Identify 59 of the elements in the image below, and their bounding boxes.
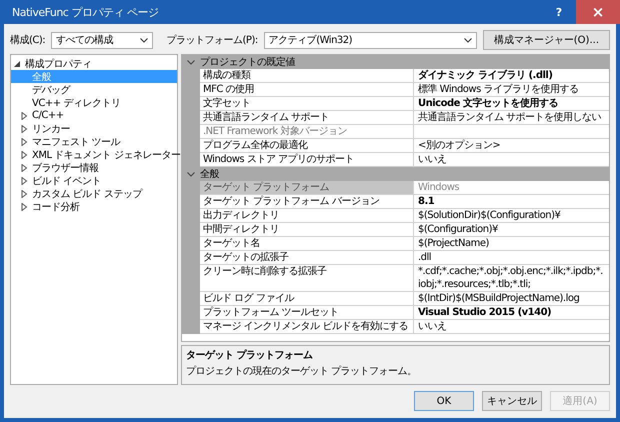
tree-item[interactable]: コード分析: [11, 200, 177, 213]
dialog-button[interactable]: キャンセル: [482, 391, 542, 411]
property-name[interactable]: ターゲット プラットフォーム バージョン: [200, 195, 414, 209]
section-header[interactable]: プロジェクトの既定値: [182, 55, 609, 69]
property-name[interactable]: 共通言語ランタイム サポート: [200, 111, 414, 125]
description-title: ターゲット プラットフォーム: [186, 348, 314, 362]
property-value[interactable]: Unicode 文字セットを使用する: [414, 97, 609, 111]
property-value[interactable]: $(SolutionDir)$(Configuration)¥: [414, 209, 609, 223]
chevron-icon: [187, 60, 195, 64]
chevron-icon: [464, 38, 472, 42]
property-value[interactable]: いいえ: [414, 320, 609, 334]
property-name[interactable]: プラットフォーム ツールセット: [200, 306, 414, 320]
tree-item[interactable]: リンカー: [11, 122, 177, 135]
property-name[interactable]: ビルド ログ ファイル: [200, 292, 414, 306]
property-name[interactable]: マネージ インクリメンタル ビルドを有効にする: [200, 320, 414, 334]
property-name[interactable]: プログラム全体の最適化: [200, 139, 414, 153]
property-value[interactable]: $(Configuration)¥: [414, 223, 609, 237]
help-button[interactable]: ?: [542, 0, 576, 24]
tree-item[interactable]: C/C++: [11, 109, 177, 122]
tree-item[interactable]: マニフェスト ツール: [11, 135, 177, 148]
property-value[interactable]: *.cdf;*.cache;*.obj;*.obj.enc;*.ilk;*.ipdb;*.iobj;*.resources;*.tlb;*.tli;: [414, 265, 609, 292]
platform-dropdown[interactable]: アクティブ(Win32): [264, 32, 477, 48]
configuration-manager-button[interactable]: 構成マネージャー(O)...: [482, 30, 610, 50]
window-title: NativeFunc プロパティ ページ: [11, 4, 160, 20]
property-name[interactable]: ターゲットの拡張子: [200, 251, 414, 265]
property-value[interactable]: いいえ: [414, 153, 609, 167]
expander-icon[interactable]: [13, 60, 21, 68]
property-value[interactable]: $(IntDir)$(MSBuildProjectName).log: [414, 292, 609, 306]
close-button[interactable]: ×: [576, 0, 620, 24]
property-name[interactable]: Windows ストア アプリのサポート: [200, 153, 414, 167]
property-name[interactable]: 出力ディレクトリ: [200, 209, 414, 223]
configuration-label: 構成(C):: [10, 34, 46, 47]
property-value[interactable]: 標準 Windows ライブラリを使用する: [414, 83, 609, 97]
property-value[interactable]: $(ProjectName): [414, 237, 609, 251]
chevron-icon: [140, 38, 148, 42]
property-value[interactable]: .dll: [414, 251, 609, 265]
property-name[interactable]: 構成の種類: [200, 69, 414, 83]
platform-label: プラットフォーム(P):: [166, 34, 258, 47]
property-value[interactable]: 共通言語ランタイム サポートを使用しない: [414, 111, 609, 125]
description-text: プロジェクトの現在のターゲット プラットフォーム。: [186, 364, 418, 378]
section-header[interactable]: 全般: [182, 167, 609, 181]
property-value[interactable]: ダイナミック ライブラリ (.dll): [414, 69, 609, 83]
property-value[interactable]: 8.1: [414, 195, 609, 209]
tree-item[interactable]: ビルド イベント: [11, 174, 177, 187]
property-value[interactable]: <別のオプション>: [414, 139, 609, 153]
chevron-icon: [187, 172, 195, 176]
property-name[interactable]: ターゲット名: [200, 237, 414, 251]
configuration-dropdown[interactable]: すべての構成: [51, 32, 153, 48]
property-name[interactable]: 中間ディレクトリ: [200, 223, 414, 237]
tree-item[interactable]: デバッグ: [11, 83, 177, 96]
tree-item[interactable]: ブラウザー情報: [11, 161, 177, 174]
property-name[interactable]: 文字セット: [200, 97, 414, 111]
tree-item[interactable]: 構成プロパティ: [11, 57, 177, 70]
property-name[interactable]: MFC の使用: [200, 83, 414, 97]
property-value[interactable]: Visual Studio 2015 (v140): [414, 306, 609, 320]
property-name[interactable]: クリーン時に削除する拡張子: [200, 265, 414, 292]
tree-item[interactable]: カスタム ビルド ステップ: [11, 187, 177, 200]
dialog-button[interactable]: OK: [414, 391, 474, 411]
tree-item[interactable]: VC++ ディレクトリ: [11, 96, 177, 109]
